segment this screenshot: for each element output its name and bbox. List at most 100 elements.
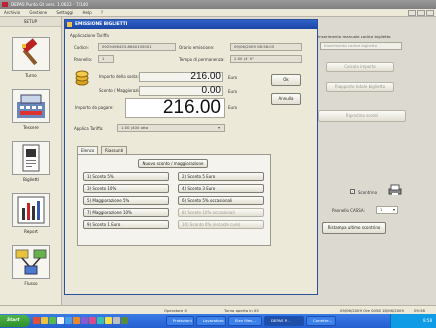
quicklaunch-icon-12[interactable] bbox=[121, 317, 128, 324]
sconto-value: 0.00 bbox=[201, 85, 221, 96]
taskbar-button-corrette[interactable]: Corrette... bbox=[306, 316, 336, 326]
taskbar-button-protezioni[interactable]: Protezioni bbox=[166, 316, 194, 326]
dialog-title: EMISSIONE BIGLIETTI bbox=[75, 22, 128, 27]
start-button[interactable]: Start bbox=[0, 315, 30, 327]
importo-value: 216.00 bbox=[162, 97, 221, 118]
close-button[interactable] bbox=[426, 10, 434, 16]
sidebar-item-report[interactable]: Report bbox=[6, 193, 56, 234]
discount-button-2[interactable]: 2) Sconto 5 Euro bbox=[178, 172, 264, 181]
quicklaunch-icon-8[interactable] bbox=[89, 317, 96, 324]
tempo-field: 2.00 (4' 0" bbox=[230, 55, 302, 63]
applica-select[interactable]: 1.00 (400 otta bbox=[117, 124, 225, 132]
quicklaunch-icon-5[interactable] bbox=[65, 317, 72, 324]
sidebar-label-flusso: Flusso bbox=[24, 281, 38, 286]
taskbar-button-files[interactable]: Elen files... bbox=[228, 316, 262, 326]
sidebar-label-tessere: Tessere bbox=[23, 125, 39, 130]
discount-button-1[interactable]: 1) Sconto 5% bbox=[83, 172, 169, 181]
ripristina-button[interactable]: Ripristina sconti bbox=[318, 110, 406, 122]
euro-label-3: Euro bbox=[228, 105, 238, 110]
menu-gestione[interactable]: Gestione bbox=[29, 9, 47, 17]
applica-label: Applica Tariffa: bbox=[74, 126, 104, 131]
app-icon bbox=[2, 2, 8, 7]
menu-question[interactable]: ? bbox=[101, 9, 103, 17]
menu-settaggi[interactable]: Settaggi bbox=[56, 9, 73, 17]
window-controls bbox=[407, 10, 434, 17]
status-date: 09/06/2009 Ore 0058 18/06/2009 bbox=[340, 308, 404, 313]
calcola-button[interactable]: Calcola importo bbox=[326, 62, 394, 72]
discount-button-7[interactable]: 7) Maggiorazione 10% bbox=[83, 208, 169, 217]
quicklaunch-icon-11[interactable] bbox=[113, 317, 120, 324]
discount-button-9[interactable]: 9) Sconto 1 Euro bbox=[83, 220, 169, 229]
coins-icon bbox=[75, 70, 89, 87]
codice-field: 0929496453-8640105001 bbox=[98, 43, 176, 51]
taskbar-button-depas[interactable]: DEPAS P... bbox=[264, 316, 304, 326]
sidebar-item-biglietti[interactable]: Biglietti bbox=[6, 141, 56, 182]
maximize-button[interactable] bbox=[417, 10, 425, 16]
chevron-down-icon: ▾ bbox=[393, 207, 396, 212]
tab-elenco[interactable]: Elenco A bbox=[77, 146, 99, 161]
quick-launch bbox=[33, 317, 129, 325]
ristampa-button[interactable]: Ristampa ultimo scontrino bbox=[322, 222, 386, 234]
discount-button-5[interactable]: 5) Maggiorazione 5% bbox=[83, 196, 169, 205]
screen: DEPAS Punto Gt vers. 1.0622 - 7/140 Arch… bbox=[0, 0, 436, 328]
quicklaunch-icon-1[interactable] bbox=[33, 317, 40, 324]
status-time: 09:58 bbox=[414, 308, 425, 313]
discount-button-8[interactable]: 8) Sconto 10% occasionali bbox=[178, 208, 264, 217]
discounts-panel: Nuovo sconto / maggiorazione 1) Sconto 5… bbox=[77, 154, 271, 246]
sidebar-item-turno[interactable]: Turno bbox=[6, 37, 56, 78]
system-tray: 8:58 bbox=[390, 314, 436, 328]
quicklaunch-icon-2[interactable] bbox=[41, 317, 48, 324]
tempo-label: Tempo di permanenza: bbox=[179, 57, 225, 62]
app-title-bar: DEPAS Punto Gt vers. 1.0622 - 7/140 bbox=[0, 0, 436, 9]
printer-icon[interactable] bbox=[388, 184, 402, 197]
report-chart-icon bbox=[12, 193, 50, 227]
quicklaunch-icon-3[interactable] bbox=[49, 317, 56, 324]
status-turno: Turno aperto in 05 bbox=[224, 308, 259, 313]
orario-label: Orario emissione: bbox=[179, 45, 215, 50]
quicklaunch-icon-7[interactable] bbox=[81, 317, 88, 324]
menu-archivio[interactable]: Archivio bbox=[4, 9, 20, 17]
sidebar-item-flusso[interactable]: Flusso bbox=[6, 245, 56, 286]
ok-button[interactable]: Ok bbox=[271, 74, 301, 86]
manual-entry-title: Inserimento manuale codice biglietto bbox=[318, 34, 391, 39]
tray-clock: 8:58 bbox=[423, 318, 432, 323]
discount-button-6[interactable]: 6) Sconto 5% occasionali bbox=[178, 196, 264, 205]
riapporto-button[interactable]: Riapporto totale biglietto bbox=[326, 82, 394, 92]
sidebar-header: SETUP bbox=[0, 17, 61, 27]
annulla-button[interactable]: Annulla bbox=[271, 93, 301, 105]
menu-bar: Archivio Gestione Settaggi Help ? bbox=[0, 9, 436, 17]
hammer-icon bbox=[12, 37, 50, 71]
quicklaunch-icon-9[interactable] bbox=[97, 317, 104, 324]
discount-button-3[interactable]: 3) Sconto 10% bbox=[83, 184, 169, 193]
quicklaunch-icon-6[interactable] bbox=[73, 317, 80, 324]
emission-dialog: EMISSIONE BIGLIETTI Applicazione Tariffa… bbox=[64, 19, 318, 295]
menu-help[interactable]: Help bbox=[82, 9, 91, 17]
pannello-field: 1 bbox=[98, 55, 114, 63]
cash-register-icon bbox=[12, 89, 50, 123]
tab-riassunti[interactable]: Riassunti bbox=[101, 146, 128, 154]
euro-label-2: Euro bbox=[228, 89, 238, 94]
importo-sosta-label: Importo della sosta: bbox=[99, 74, 139, 79]
taskbar-button-lavoratoro[interactable]: Lavoratoro bbox=[196, 316, 226, 326]
sidebar-item-tessere[interactable]: Tessere bbox=[6, 89, 56, 130]
quicklaunch-icon-10[interactable] bbox=[105, 317, 112, 324]
ticket-icon bbox=[12, 141, 50, 175]
new-discount-button[interactable]: Nuovo sconto / maggiorazione bbox=[138, 159, 208, 168]
status-operator: Operatore 0 bbox=[164, 308, 187, 313]
app-title: DEPAS Punto Gt vers. 1.0622 - 7/140 bbox=[11, 2, 89, 7]
pannello-label: Pannello: bbox=[74, 57, 93, 62]
quicklaunch-icon-4[interactable] bbox=[57, 317, 64, 324]
sidebar-label-turno: Turno bbox=[25, 73, 37, 78]
minimize-button[interactable] bbox=[408, 10, 416, 16]
scontrino-label: Scontrino bbox=[358, 190, 378, 195]
dialog-icon bbox=[67, 22, 72, 27]
discount-button-10[interactable]: 10) Sconto 0% (ercoste cure) bbox=[178, 220, 264, 229]
ticket-code-input[interactable]: Inserimento codice biglietto bbox=[320, 42, 402, 50]
section-tariff-label: Applicazione Tariffa bbox=[70, 33, 109, 38]
codice-label: Codice: bbox=[74, 45, 89, 50]
importo-label: Importo da pagare: bbox=[75, 105, 114, 110]
discount-button-4[interactable]: 4) Sconto 3 Euro bbox=[178, 184, 264, 193]
scontrino-checkbox[interactable]: ✓ bbox=[350, 189, 355, 194]
status-bar: Operatore 0 Turno aperto in 05 09/06/200… bbox=[0, 305, 436, 314]
euro-label-1: Euro bbox=[228, 75, 238, 80]
